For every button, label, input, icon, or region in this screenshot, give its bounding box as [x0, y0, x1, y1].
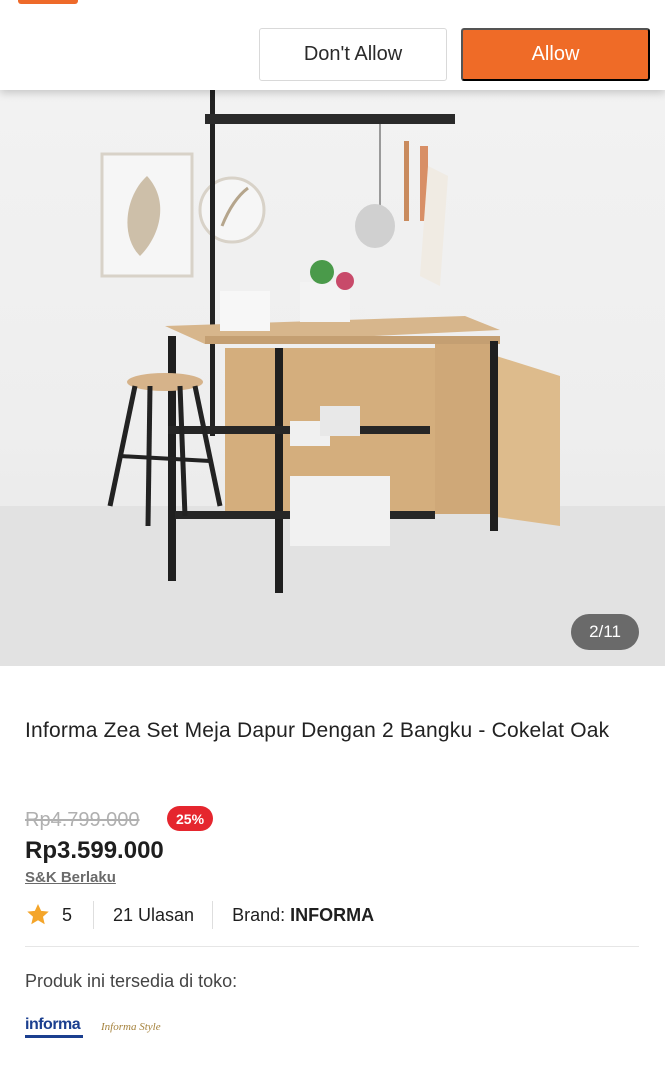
brand-name: INFORMA [290, 904, 375, 925]
rating-value: 5 [62, 904, 73, 925]
discount-badge: 25% [167, 806, 214, 831]
product-stats: 5 21 Ulasan Brand: INFORMA [25, 899, 374, 931]
brand-label: Brand: [232, 904, 286, 925]
informa-logo: informa [25, 1016, 83, 1038]
terms-link[interactable]: S&K Berlaku [25, 869, 116, 886]
permission-dialog: Don't Allow Allow [0, 0, 665, 90]
brand-info[interactable]: Brand: INFORMA [232, 905, 374, 926]
availability-label: Produk ini tersedia di toko: [25, 971, 238, 991]
allow-button[interactable]: Allow [461, 28, 650, 81]
divider [93, 901, 95, 929]
reviews-link[interactable]: 21 Ulasan [113, 905, 194, 926]
product-image[interactable]: 2/11 [0, 86, 665, 666]
original-price: Rp4.799.000 [25, 809, 140, 831]
permission-peek-badge [18, 0, 78, 4]
store-logos: informa Informa Style [25, 1014, 161, 1040]
informa-style-logo: Informa Style [101, 1021, 161, 1033]
section-divider [25, 946, 639, 947]
image-counter: 2/11 [571, 614, 639, 650]
divider [212, 901, 214, 929]
sale-price: Rp3.599.000 [25, 837, 164, 864]
product-title: Informa Zea Set Meja Dapur Dengan 2 Bang… [25, 719, 610, 742]
star-icon [27, 903, 49, 925]
product-photo [0, 86, 665, 666]
dont-allow-button[interactable]: Don't Allow [259, 28, 447, 81]
